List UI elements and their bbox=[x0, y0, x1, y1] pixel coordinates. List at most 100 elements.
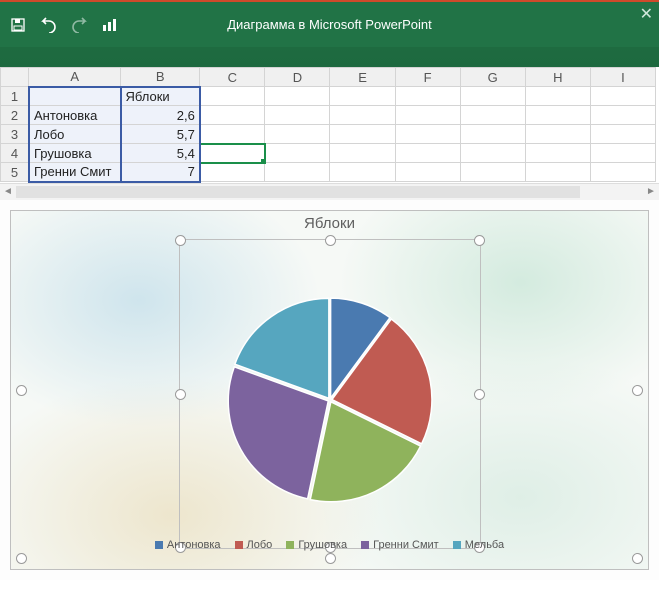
cell[interactable] bbox=[395, 144, 460, 163]
cell[interactable] bbox=[330, 144, 395, 163]
cell[interactable]: 7 bbox=[121, 163, 200, 182]
cell[interactable] bbox=[525, 106, 590, 125]
save-icon[interactable] bbox=[10, 17, 26, 33]
chart-title[interactable]: Яблоки bbox=[11, 215, 648, 232]
cell[interactable] bbox=[590, 125, 655, 144]
resize-handle[interactable] bbox=[175, 235, 186, 246]
col-header-row[interactable]: A B C D E F G H I bbox=[1, 68, 656, 87]
col-header[interactable]: C bbox=[200, 68, 265, 87]
cell[interactable] bbox=[265, 106, 330, 125]
redo-icon[interactable] bbox=[70, 17, 90, 33]
col-header[interactable]: D bbox=[265, 68, 330, 87]
cell[interactable] bbox=[330, 106, 395, 125]
cell[interactable] bbox=[265, 144, 330, 163]
legend-item[interactable]: Мельба bbox=[453, 539, 504, 551]
cell[interactable] bbox=[395, 87, 460, 106]
cell[interactable]: 2,6 bbox=[121, 106, 200, 125]
cell[interactable]: Грушовка bbox=[29, 144, 121, 163]
row-header[interactable]: 1 bbox=[1, 87, 29, 106]
col-header[interactable]: E bbox=[330, 68, 395, 87]
cell[interactable] bbox=[460, 87, 525, 106]
resize-handle[interactable] bbox=[632, 385, 643, 396]
cell[interactable] bbox=[460, 125, 525, 144]
chart-customize-icon[interactable] bbox=[102, 17, 120, 33]
row[interactable]: 3 Лобо 5,7 bbox=[1, 125, 656, 144]
cell[interactable] bbox=[590, 87, 655, 106]
cell[interactable]: Гренни Смит bbox=[29, 163, 121, 182]
col-header[interactable]: A bbox=[29, 68, 121, 87]
resize-handle[interactable] bbox=[632, 553, 643, 564]
cell[interactable] bbox=[460, 106, 525, 125]
cell[interactable] bbox=[395, 163, 460, 182]
cell[interactable] bbox=[200, 125, 265, 144]
resize-handle[interactable] bbox=[16, 553, 27, 564]
cell[interactable] bbox=[330, 163, 395, 182]
legend-item[interactable]: Грушовка bbox=[286, 539, 347, 551]
horizontal-scrollbar[interactable]: ◄ ► bbox=[0, 183, 659, 200]
scroll-left-icon[interactable]: ◄ bbox=[0, 186, 16, 197]
row[interactable]: 1 Яблоки bbox=[1, 87, 656, 106]
scroll-right-icon[interactable]: ► bbox=[643, 186, 659, 197]
cell[interactable] bbox=[29, 87, 121, 106]
cell[interactable] bbox=[525, 163, 590, 182]
resize-handle[interactable] bbox=[175, 389, 186, 400]
quick-access-toolbar bbox=[0, 17, 120, 33]
resize-handle[interactable] bbox=[325, 553, 336, 564]
legend-item[interactable]: Антоновка bbox=[155, 539, 221, 551]
row[interactable]: 2 Антоновка 2,6 bbox=[1, 106, 656, 125]
cell[interactable] bbox=[395, 125, 460, 144]
resize-handle[interactable] bbox=[325, 235, 336, 246]
titlebar: Диаграмма в Microsoft PowerPoint ✕ bbox=[0, 2, 659, 47]
legend-item[interactable]: Гренни Смит bbox=[361, 539, 439, 551]
scroll-thumb[interactable] bbox=[16, 186, 580, 198]
cell[interactable]: Лобо bbox=[29, 125, 121, 144]
cell[interactable] bbox=[200, 163, 265, 182]
pie-chart[interactable] bbox=[220, 290, 440, 513]
cell[interactable] bbox=[330, 125, 395, 144]
cell[interactable]: Яблоки bbox=[121, 87, 200, 106]
chart-legend[interactable]: Антоновка Лобо Грушовка Гренни Смит Мельба bbox=[11, 539, 648, 551]
row[interactable]: 4 Грушовка 5,4 bbox=[1, 144, 656, 163]
cell[interactable] bbox=[395, 106, 460, 125]
resize-handle[interactable] bbox=[474, 235, 485, 246]
cell[interactable] bbox=[460, 163, 525, 182]
cell[interactable] bbox=[265, 87, 330, 106]
row-header[interactable]: 5 bbox=[1, 163, 29, 182]
cell[interactable] bbox=[525, 87, 590, 106]
cell[interactable] bbox=[330, 87, 395, 106]
chart-plot-area[interactable] bbox=[179, 239, 481, 549]
cell[interactable] bbox=[590, 106, 655, 125]
select-all-cell[interactable] bbox=[1, 68, 29, 87]
undo-icon[interactable] bbox=[38, 17, 58, 33]
resize-handle[interactable] bbox=[474, 389, 485, 400]
cell[interactable]: 5,4 bbox=[121, 144, 200, 163]
grid[interactable]: A B C D E F G H I 1 Яблоки 2 Антоновка 2… bbox=[0, 67, 656, 183]
col-header[interactable]: H bbox=[525, 68, 590, 87]
active-cell[interactable] bbox=[200, 144, 265, 163]
row[interactable]: 5 Гренни Смит 7 bbox=[1, 163, 656, 182]
row-header[interactable]: 2 bbox=[1, 106, 29, 125]
row-header[interactable]: 4 bbox=[1, 144, 29, 163]
slide-background[interactable]: Яблоки Антоновка Лобо Грушовка Гренни Смит М… bbox=[10, 210, 649, 570]
col-header[interactable]: I bbox=[590, 68, 655, 87]
col-header[interactable]: G bbox=[460, 68, 525, 87]
cell[interactable] bbox=[265, 125, 330, 144]
cell[interactable] bbox=[525, 144, 590, 163]
cell[interactable] bbox=[590, 144, 655, 163]
close-icon[interactable]: ✕ bbox=[640, 4, 653, 24]
cell[interactable]: Антоновка bbox=[29, 106, 121, 125]
cell[interactable] bbox=[590, 163, 655, 182]
cell[interactable] bbox=[460, 144, 525, 163]
row-header[interactable]: 3 bbox=[1, 125, 29, 144]
scroll-track[interactable] bbox=[16, 186, 643, 198]
resize-handle[interactable] bbox=[16, 385, 27, 396]
col-header[interactable]: F bbox=[395, 68, 460, 87]
cell[interactable] bbox=[525, 125, 590, 144]
col-header[interactable]: B bbox=[121, 68, 200, 87]
legend-swatch bbox=[453, 541, 461, 549]
cell[interactable] bbox=[265, 163, 330, 182]
cell[interactable] bbox=[200, 87, 265, 106]
legend-item[interactable]: Лобо bbox=[235, 539, 273, 551]
cell[interactable]: 5,7 bbox=[121, 125, 200, 144]
cell[interactable] bbox=[200, 106, 265, 125]
